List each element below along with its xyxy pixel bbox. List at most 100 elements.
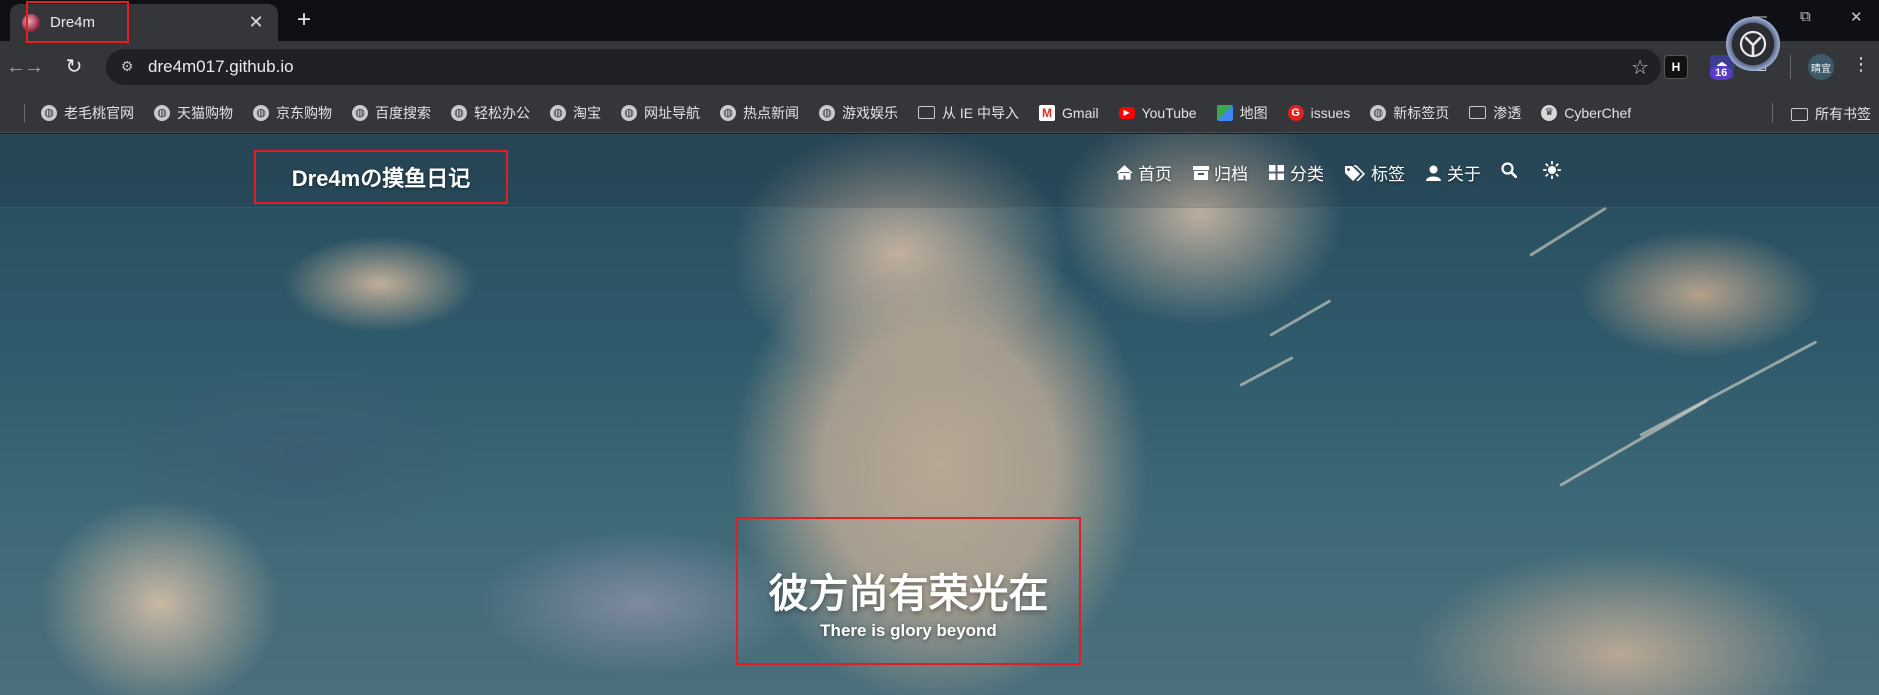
bookmark-label: Gmail — [1062, 104, 1099, 121]
search-icon[interactable] — [1501, 162, 1518, 183]
nav-home[interactable]: 首页 — [1116, 160, 1172, 185]
globe-icon: ◍ — [451, 104, 467, 121]
bookmark-label: CyberChef — [1564, 104, 1632, 121]
folder-icon — [918, 106, 935, 119]
bookmark-label: YouTube — [1141, 104, 1197, 121]
extension-h-icon[interactable]: H — [1664, 55, 1688, 79]
close-window-button[interactable]: ✕ — [1850, 8, 1863, 26]
nav-archive[interactable]: 归档 — [1192, 160, 1248, 185]
restore-button[interactable]: ⧉ — [1800, 8, 1811, 25]
bookmark-label: 渗透 — [1493, 104, 1522, 121]
bookmark-folder[interactable]: 从 IE 中导入 — [918, 103, 1019, 123]
globe-icon: ◍ — [819, 104, 835, 121]
tab-highlight-box — [26, 1, 129, 43]
nav-home-label: 首页 — [1138, 165, 1172, 184]
bookmark-item[interactable]: ▶ YouTube — [1118, 104, 1197, 121]
globe-icon: ◍ — [352, 104, 368, 121]
nav-archive-label: 归档 — [1214, 165, 1248, 184]
nav-tags-label: 标签 — [1371, 165, 1405, 184]
globe-icon: ◍ — [550, 104, 566, 121]
folder-icon — [1469, 106, 1487, 119]
decorative-streak — [1239, 356, 1294, 387]
all-bookmarks-button[interactable]: 所有书签 — [1791, 104, 1871, 124]
menu-dots-icon[interactable]: ⋮ — [1852, 54, 1870, 75]
bookmark-label: 轻松办公 — [474, 104, 530, 121]
nav-about[interactable]: 关于 — [1425, 160, 1481, 185]
page-viewport: Dre4mの摸鱼日记 首页 归档 分类 标签 关于 彼方尚有荣光在 There … — [0, 134, 1879, 695]
hero-box: 彼方尚有荣光在 There is glory beyond — [736, 517, 1081, 665]
bookmark-label: 热点新闻 — [743, 104, 799, 121]
bookmark-folder[interactable]: 渗透 — [1469, 103, 1521, 123]
bookmark-label: issues — [1310, 104, 1351, 121]
decorative-streak — [1529, 206, 1608, 257]
globe-icon: ◍ — [1370, 104, 1387, 121]
bookmark-item[interactable]: ◍ 百度搜索 — [352, 103, 431, 123]
globe-icon: ◍ — [621, 104, 637, 121]
bookmark-star-icon[interactable]: ☆ — [1631, 55, 1649, 80]
browser-toolbar: ← → ↻ ⚙ dre4m017.github.io ☆ H ⬟ ▭ — [0, 41, 1879, 93]
hero-subtitle: There is glory beyond — [820, 621, 997, 640]
bookmark-item[interactable]: ◍ 淘宝 — [550, 103, 601, 123]
bookmark-item[interactable]: ◍ 网址导航 — [621, 103, 700, 123]
all-bookmarks-label: 所有书签 — [1815, 106, 1871, 122]
site-info-icon[interactable]: ⚙ — [118, 58, 136, 76]
bookmark-item[interactable]: 地图 — [1216, 103, 1268, 123]
site-title[interactable]: Dre4mの摸鱼日记 — [254, 150, 508, 204]
bookmark-item[interactable]: ◍ 轻松办公 — [451, 103, 530, 123]
bookmark-item[interactable]: ◍ 老毛桃官网 — [41, 103, 134, 123]
globe-icon: ◍ — [720, 104, 736, 121]
folder-icon — [1791, 107, 1808, 121]
site-nav: 首页 归档 分类 标签 关于 — [1116, 160, 1587, 185]
nav-about-label: 关于 — [1447, 165, 1481, 184]
floating-extension-icon[interactable] — [1726, 17, 1780, 71]
nav-categories[interactable]: 分类 — [1268, 160, 1324, 185]
bookmark-label: 从 IE 中导入 — [942, 104, 1020, 121]
profile-avatar[interactable]: 晴宜 — [1808, 54, 1834, 80]
bookmark-item[interactable]: ◍ 京东购物 — [253, 103, 332, 123]
bookmark-item[interactable]: M Gmail — [1039, 104, 1099, 121]
bookmark-item[interactable]: ♛ CyberChef — [1541, 104, 1632, 121]
nav-tags[interactable]: 标签 — [1344, 160, 1405, 185]
gmail-icon: M — [1039, 104, 1056, 121]
globe-icon: ◍ — [253, 104, 269, 121]
g-icon: G — [1287, 104, 1304, 121]
bookmark-label: 老毛桃官网 — [64, 104, 134, 121]
bookmark-label: 百度搜索 — [375, 104, 431, 121]
tab-close-icon[interactable]: ✕ — [246, 12, 266, 33]
hero-title: 彼方尚有荣光在 — [768, 571, 1049, 617]
bookmark-separator — [24, 103, 25, 122]
nav-categories-label: 分类 — [1290, 165, 1324, 184]
bookmark-item[interactable]: ◍ 新标签页 — [1370, 103, 1449, 123]
bookmark-item[interactable]: ◍ 热点新闻 — [720, 103, 799, 123]
reload-icon[interactable]: ↻ — [60, 53, 88, 81]
bookmark-item[interactable]: ◍ 游戏娱乐 — [819, 103, 898, 123]
bookmark-item[interactable]: Gissues — [1287, 104, 1351, 121]
youtube-icon: ▶ — [1118, 106, 1135, 119]
chef-icon: ♛ — [1541, 104, 1558, 121]
address-bar[interactable]: ⚙ dre4m017.github.io ☆ — [106, 49, 1661, 85]
maps-icon — [1216, 104, 1233, 121]
bookmark-label: 淘宝 — [573, 104, 601, 121]
forward-arrow-icon[interactable]: → — [20, 53, 48, 81]
globe-icon: ◍ — [154, 104, 170, 121]
bookmarks-bar: ◍ 老毛桃官网 ◍ 天猫购物 ◍ 京东购物 ◍ 百度搜索 ◍ 轻松办公 ◍ 淘宝 ◍ 网址导航… — [0, 93, 1879, 133]
bookmark-separator — [1772, 103, 1773, 123]
globe-icon: ◍ — [41, 104, 57, 121]
bookmark-label: 新标签页 — [1393, 104, 1450, 121]
decorative-streak — [1639, 340, 1818, 437]
bookmark-label: 地图 — [1239, 104, 1268, 121]
grid-icon — [1268, 164, 1285, 181]
tags-icon — [1344, 164, 1366, 181]
bookmark-label: 天猫购物 — [177, 104, 233, 121]
bookmark-item[interactable]: ◍ 天猫购物 — [154, 103, 233, 123]
theme-toggle-sun-icon[interactable] — [1542, 160, 1562, 184]
toolbar-divider — [1790, 55, 1791, 79]
home-icon — [1116, 164, 1133, 181]
user-icon — [1425, 164, 1442, 181]
apps-grid-icon[interactable] — [0, 106, 10, 120]
decorative-streak — [1269, 299, 1332, 337]
archive-icon — [1192, 164, 1209, 181]
new-tab-button[interactable]: + — [290, 6, 318, 34]
logo-y-icon — [1739, 30, 1767, 58]
url-text[interactable]: dre4m017.github.io — [148, 57, 1631, 77]
